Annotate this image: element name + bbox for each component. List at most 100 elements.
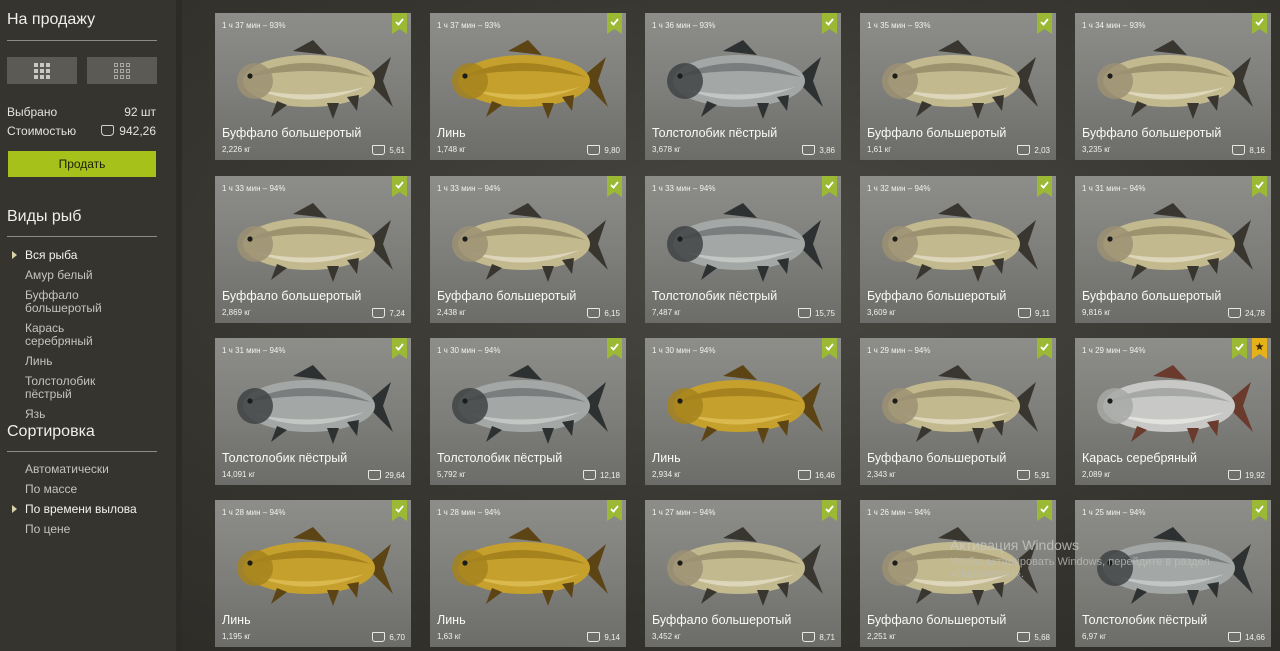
- catch-time-label: 1 ч 29 мин – 94%: [1082, 346, 1146, 355]
- fish-type-item[interactable]: Толстолобик пёстрый: [25, 375, 115, 401]
- check-icon: [1255, 13, 1264, 34]
- fish-card[interactable]: 1 ч 34 мин – 93% Буффало большеротый 3,235…: [1075, 13, 1271, 160]
- fish-weight: 1,63 кг: [437, 632, 462, 641]
- check-icon: [825, 500, 834, 521]
- fish-price-value: 8,16: [1249, 145, 1265, 155]
- selected-check-badge[interactable]: [1037, 500, 1052, 521]
- fish-price: 12,18: [582, 470, 620, 480]
- fish-price-value: 6,15: [604, 308, 620, 318]
- fish-card[interactable]: 1 ч 29 мин – 94% Буффало большеротый 2,343…: [860, 338, 1056, 485]
- fish-name: Буффало большеротый: [867, 451, 1007, 465]
- fish-type-item[interactable]: Вся рыба: [12, 249, 115, 262]
- sort-option-item[interactable]: Автоматически: [25, 463, 137, 476]
- fish-weight: 7,487 кг: [652, 308, 681, 317]
- fish-card[interactable]: 1 ч 33 мин – 94% Буффало большеротый 2,869…: [215, 176, 411, 323]
- fish-card[interactable]: 1 ч 28 мин – 94% Линь 1,63 кг 9,14: [430, 500, 626, 647]
- fish-type-item[interactable]: Буффало большеротый: [25, 289, 115, 315]
- fish-type-item[interactable]: Язь: [25, 408, 115, 421]
- selected-check-badge[interactable]: [392, 176, 407, 197]
- selected-check-badge[interactable]: [822, 13, 837, 34]
- selected-check-badge[interactable]: [822, 338, 837, 359]
- fish-name: Линь: [652, 451, 681, 465]
- sort-option-item[interactable]: По цене: [25, 523, 137, 536]
- selected-check-badge[interactable]: [1037, 176, 1052, 197]
- fish-card[interactable]: 1 ч 31 мин – 94% Толстолобик пёстрый 14,09…: [215, 338, 411, 485]
- divider: [7, 451, 157, 452]
- fish-type-item[interactable]: Амур белый: [25, 269, 115, 282]
- fish-weight: 3,235 кг: [1082, 145, 1111, 154]
- divider: [7, 40, 157, 41]
- fish-card[interactable]: 1 ч 30 мин – 94% Толстолобик пёстрый 5,792…: [430, 338, 626, 485]
- selected-check-badge[interactable]: [392, 338, 407, 359]
- sort-option-item[interactable]: По массе: [25, 483, 137, 496]
- fish-image: [860, 35, 1056, 130]
- coin-stack-icon: [582, 470, 596, 480]
- selected-check-badge[interactable]: [822, 176, 837, 197]
- for-sale-title: На продажу: [7, 11, 96, 28]
- fish-card[interactable]: 1 ч 35 мин – 93% Буффало большеротый 1,61 …: [860, 13, 1056, 160]
- fish-name: Буффало большеротый: [1082, 126, 1222, 140]
- selected-check-badge[interactable]: [607, 176, 622, 197]
- fish-name: Буффало большеротый: [867, 126, 1007, 140]
- selected-check-badge[interactable]: [392, 13, 407, 34]
- fish-card[interactable]: 1 ч 28 мин – 94% Линь 1,195 кг 6,70: [215, 500, 411, 647]
- selected-check-badge[interactable]: [1252, 176, 1267, 197]
- sell-button[interactable]: Продать: [8, 151, 156, 177]
- fish-name: Буффало большеротый: [437, 289, 577, 303]
- catch-time-label: 1 ч 33 мин – 94%: [437, 184, 501, 193]
- selected-check-badge[interactable]: [1252, 13, 1267, 34]
- coin-stack-icon: [587, 308, 601, 318]
- coin-stack-icon: [101, 125, 115, 136]
- fish-card[interactable]: 1 ч 37 мин – 93% Буффало большеротый 2,226…: [215, 13, 411, 160]
- compact-view-button[interactable]: [7, 57, 77, 84]
- fish-image: [430, 198, 626, 293]
- fish-weight: 3,452 кг: [652, 632, 681, 641]
- fish-type-item[interactable]: Линь: [25, 355, 115, 368]
- fish-image: [1075, 35, 1271, 130]
- fish-card[interactable]: 1 ч 33 мин – 94% Толстолобик пёстрый 7,487…: [645, 176, 841, 323]
- sort-option-item[interactable]: По времени вылова: [12, 503, 137, 516]
- activation-subtitle: Чтобы активировать Windows, перейдите в …: [950, 556, 1210, 580]
- fish-weight: 2,089 кг: [1082, 470, 1111, 479]
- sidebar: На продажу Выбрано 92 шт Стоимостью 942,…: [0, 0, 176, 651]
- fish-price-value: 9,80: [604, 145, 620, 155]
- fish-card[interactable]: 1 ч 36 мин – 93% Толстолобик пёстрый 3,678…: [645, 13, 841, 160]
- fish-price-value: 9,11: [1035, 308, 1050, 318]
- fish-price-value: 16,46: [814, 470, 835, 480]
- fish-price: 5,68: [1017, 632, 1050, 642]
- selected-check-badge[interactable]: [607, 13, 622, 34]
- fish-card[interactable]: 1 ч 27 мин – 94% Буффало большеротый 3,452…: [645, 500, 841, 647]
- fish-card[interactable]: 1 ч 37 мин – 93% Линь 1,748 кг 9,80: [430, 13, 626, 160]
- fish-type-item[interactable]: Карась серебряный: [25, 322, 115, 348]
- selected-check-badge[interactable]: [822, 500, 837, 521]
- fish-price: 29,64: [367, 470, 405, 480]
- fish-card[interactable]: 1 ч 31 мин – 94% Буффало большеротый 9,816…: [1075, 176, 1271, 323]
- fish-price-value: 5,91: [1034, 470, 1050, 480]
- selected-check-badge[interactable]: [607, 338, 622, 359]
- catch-time-label: 1 ч 26 мин – 94%: [867, 508, 931, 517]
- fish-card[interactable]: 1 ч 32 мин – 94% Буффало большеротый 3,609…: [860, 176, 1056, 323]
- fish-image: [1075, 360, 1271, 455]
- coin-stack-icon: [372, 632, 386, 642]
- catch-time-label: 1 ч 28 мин – 94%: [437, 508, 501, 517]
- selected-label: Выбрано: [7, 105, 58, 119]
- selected-check-badge[interactable]: [1037, 338, 1052, 359]
- coin-stack-icon: [802, 632, 816, 642]
- fish-image: [645, 360, 841, 455]
- check-badge-secondary[interactable]: [1232, 338, 1247, 359]
- fish-weight: 3,609 кг: [867, 308, 896, 317]
- selected-check-badge[interactable]: [1037, 13, 1052, 34]
- selected-check-badge[interactable]: [1252, 500, 1267, 521]
- fish-card[interactable]: 1 ч 33 мин – 94% Буффало большеротый 2,438…: [430, 176, 626, 323]
- list-view-button[interactable]: [87, 57, 157, 84]
- check-icon: [395, 500, 404, 521]
- selected-check-badge[interactable]: [607, 500, 622, 521]
- fish-card[interactable]: 1 ч 30 мин – 94% Линь 2,934 кг 16,46: [645, 338, 841, 485]
- fish-card[interactable]: 1 ч 29 мин – 94% Карась серебряный 2,089 к…: [1075, 338, 1271, 485]
- sidebar-scrollbar[interactable]: [176, 0, 182, 651]
- coin-stack-icon: [1018, 308, 1032, 318]
- fish-name: Буффало большеротый: [222, 289, 362, 303]
- selected-check-badge[interactable]: [392, 500, 407, 521]
- catch-time-label: 1 ч 35 мин – 93%: [867, 21, 931, 30]
- coin-stack-icon: [797, 308, 811, 318]
